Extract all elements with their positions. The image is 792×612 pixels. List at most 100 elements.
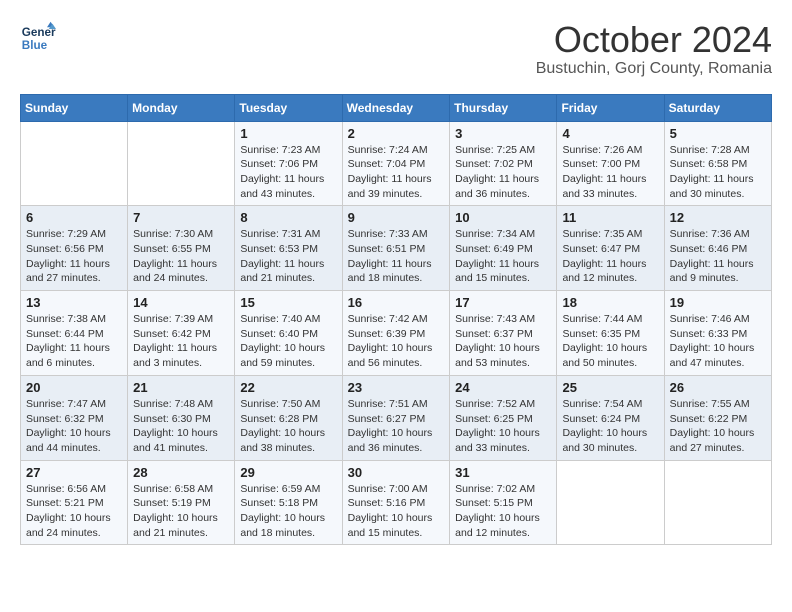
day-cell: 4 Sunrise: 7:26 AMSunset: 7:00 PMDaylight… <box>557 121 664 206</box>
day-number: 27 <box>26 465 122 480</box>
day-cell: 15Sunrise: 7:40 AMSunset: 6:40 PMDayligh… <box>235 291 342 376</box>
day-info: Sunrise: 7:51 AMSunset: 6:27 PMDaylight:… <box>348 397 445 456</box>
day-number: 29 <box>240 465 336 480</box>
day-cell: 12Sunrise: 7:36 AMSunset: 6:46 PMDayligh… <box>664 206 771 291</box>
month-title: October 2024 <box>536 20 772 60</box>
day-cell: 18 Sunrise: 7:44 AMSunset: 6:35 PMDayligh… <box>557 291 664 376</box>
day-cell <box>664 460 771 545</box>
day-cell: 24 Sunrise: 7:52 AMSunset: 6:25 PMDayligh… <box>450 375 557 460</box>
day-info: Sunrise: 7:33 AMSunset: 6:51 PMDaylight:… <box>348 227 445 286</box>
day-info: Sunrise: 7:42 AMSunset: 6:39 PMDaylight:… <box>348 312 445 371</box>
header-row: SundayMondayTuesdayWednesdayThursdayFrid… <box>21 94 772 121</box>
day-info: Sunrise: 7:52 AMSunset: 6:25 PMDaylight:… <box>455 397 551 456</box>
day-info: Sunrise: 7:31 AMSunset: 6:53 PMDaylight:… <box>240 227 336 286</box>
day-number: 19 <box>670 295 766 310</box>
day-number: 15 <box>240 295 336 310</box>
day-number: 26 <box>670 380 766 395</box>
day-cell: 20 Sunrise: 7:47 AMSunset: 6:32 PMDayligh… <box>21 375 128 460</box>
day-info: Sunrise: 7:34 AMSunset: 6:49 PMDaylight:… <box>455 227 551 286</box>
day-info: Sunrise: 7:23 AMSunset: 7:06 PMDaylight:… <box>240 143 336 202</box>
day-number: 16 <box>348 295 445 310</box>
calendar-table: SundayMondayTuesdayWednesdayThursdayFrid… <box>20 94 772 546</box>
day-number: 20 <box>26 380 122 395</box>
day-number: 1 <box>240 126 336 141</box>
day-info: Sunrise: 7:00 AMSunset: 5:16 PMDaylight:… <box>348 482 445 541</box>
day-info: Sunrise: 7:30 AMSunset: 6:55 PMDaylight:… <box>133 227 229 286</box>
title-area: October 2024 Bustuchin, Gorj County, Rom… <box>536 20 772 78</box>
logo: General Blue <box>20 20 56 56</box>
day-cell: 1 Sunrise: 7:23 AMSunset: 7:06 PMDaylight… <box>235 121 342 206</box>
location-title: Bustuchin, Gorj County, Romania <box>536 60 772 78</box>
day-number: 22 <box>240 380 336 395</box>
day-number: 24 <box>455 380 551 395</box>
week-row-5: 27 Sunrise: 6:56 AMSunset: 5:21 PMDayligh… <box>21 460 772 545</box>
calendar-body: 1 Sunrise: 7:23 AMSunset: 7:06 PMDaylight… <box>21 121 772 545</box>
header-cell-wednesday: Wednesday <box>342 94 450 121</box>
day-cell: 14 Sunrise: 7:39 AMSunset: 6:42 PMDayligh… <box>128 291 235 376</box>
day-info: Sunrise: 7:44 AMSunset: 6:35 PMDaylight:… <box>562 312 658 371</box>
header-cell-friday: Friday <box>557 94 664 121</box>
day-number: 6 <box>26 210 122 225</box>
page-header: General Blue October 2024 Bustuchin, Gor… <box>20 20 772 78</box>
day-number: 21 <box>133 380 229 395</box>
day-info: Sunrise: 7:43 AMSunset: 6:37 PMDaylight:… <box>455 312 551 371</box>
day-number: 25 <box>562 380 658 395</box>
logo-icon: General Blue <box>20 20 56 56</box>
day-info: Sunrise: 7:24 AMSunset: 7:04 PMDaylight:… <box>348 143 445 202</box>
day-number: 30 <box>348 465 445 480</box>
day-cell <box>128 121 235 206</box>
day-cell <box>21 121 128 206</box>
day-cell: 29 Sunrise: 6:59 AMSunset: 5:18 PMDayligh… <box>235 460 342 545</box>
day-info: Sunrise: 7:46 AMSunset: 6:33 PMDaylight:… <box>670 312 766 371</box>
day-info: Sunrise: 7:55 AMSunset: 6:22 PMDaylight:… <box>670 397 766 456</box>
header-cell-sunday: Sunday <box>21 94 128 121</box>
header-cell-tuesday: Tuesday <box>235 94 342 121</box>
day-cell: 6Sunrise: 7:29 AMSunset: 6:56 PMDaylight… <box>21 206 128 291</box>
day-number: 9 <box>348 210 445 225</box>
day-cell <box>557 460 664 545</box>
day-cell: 3Sunrise: 7:25 AMSunset: 7:02 PMDaylight… <box>450 121 557 206</box>
day-number: 8 <box>240 210 336 225</box>
day-info: Sunrise: 6:59 AMSunset: 5:18 PMDaylight:… <box>240 482 336 541</box>
day-cell: 10 Sunrise: 7:34 AMSunset: 6:49 PMDayligh… <box>450 206 557 291</box>
week-row-2: 6Sunrise: 7:29 AMSunset: 6:56 PMDaylight… <box>21 206 772 291</box>
day-cell: 8 Sunrise: 7:31 AMSunset: 6:53 PMDaylight… <box>235 206 342 291</box>
day-info: Sunrise: 7:39 AMSunset: 6:42 PMDaylight:… <box>133 312 229 371</box>
day-number: 3 <box>455 126 551 141</box>
day-cell: 17 Sunrise: 7:43 AMSunset: 6:37 PMDayligh… <box>450 291 557 376</box>
day-cell: 23 Sunrise: 7:51 AMSunset: 6:27 PMDayligh… <box>342 375 450 460</box>
day-number: 28 <box>133 465 229 480</box>
day-number: 7 <box>133 210 229 225</box>
week-row-1: 1 Sunrise: 7:23 AMSunset: 7:06 PMDaylight… <box>21 121 772 206</box>
day-info: Sunrise: 6:56 AMSunset: 5:21 PMDaylight:… <box>26 482 122 541</box>
day-info: Sunrise: 7:35 AMSunset: 6:47 PMDaylight:… <box>562 227 658 286</box>
day-cell: 5Sunrise: 7:28 AMSunset: 6:58 PMDaylight… <box>664 121 771 206</box>
day-cell: 28 Sunrise: 6:58 AMSunset: 5:19 PMDayligh… <box>128 460 235 545</box>
day-number: 18 <box>562 295 658 310</box>
day-number: 17 <box>455 295 551 310</box>
day-info: Sunrise: 7:38 AMSunset: 6:44 PMDaylight:… <box>26 312 122 371</box>
day-info: Sunrise: 6:58 AMSunset: 5:19 PMDaylight:… <box>133 482 229 541</box>
week-row-4: 20 Sunrise: 7:47 AMSunset: 6:32 PMDayligh… <box>21 375 772 460</box>
header-cell-monday: Monday <box>128 94 235 121</box>
day-number: 31 <box>455 465 551 480</box>
day-info: Sunrise: 7:26 AMSunset: 7:00 PMDaylight:… <box>562 143 658 202</box>
day-cell: 9 Sunrise: 7:33 AMSunset: 6:51 PMDaylight… <box>342 206 450 291</box>
day-cell: 19 Sunrise: 7:46 AMSunset: 6:33 PMDayligh… <box>664 291 771 376</box>
day-number: 12 <box>670 210 766 225</box>
day-number: 23 <box>348 380 445 395</box>
day-cell: 25Sunrise: 7:54 AMSunset: 6:24 PMDayligh… <box>557 375 664 460</box>
day-number: 10 <box>455 210 551 225</box>
day-info: Sunrise: 7:48 AMSunset: 6:30 PMDaylight:… <box>133 397 229 456</box>
day-cell: 21 Sunrise: 7:48 AMSunset: 6:30 PMDayligh… <box>128 375 235 460</box>
day-cell: 13 Sunrise: 7:38 AMSunset: 6:44 PMDayligh… <box>21 291 128 376</box>
day-number: 14 <box>133 295 229 310</box>
day-number: 4 <box>562 126 658 141</box>
day-info: Sunrise: 7:47 AMSunset: 6:32 PMDaylight:… <box>26 397 122 456</box>
week-row-3: 13 Sunrise: 7:38 AMSunset: 6:44 PMDayligh… <box>21 291 772 376</box>
day-number: 13 <box>26 295 122 310</box>
day-cell: 31 Sunrise: 7:02 AMSunset: 5:15 PMDayligh… <box>450 460 557 545</box>
day-cell: 2Sunrise: 7:24 AMSunset: 7:04 PMDaylight… <box>342 121 450 206</box>
day-number: 5 <box>670 126 766 141</box>
day-info: Sunrise: 7:02 AMSunset: 5:15 PMDaylight:… <box>455 482 551 541</box>
